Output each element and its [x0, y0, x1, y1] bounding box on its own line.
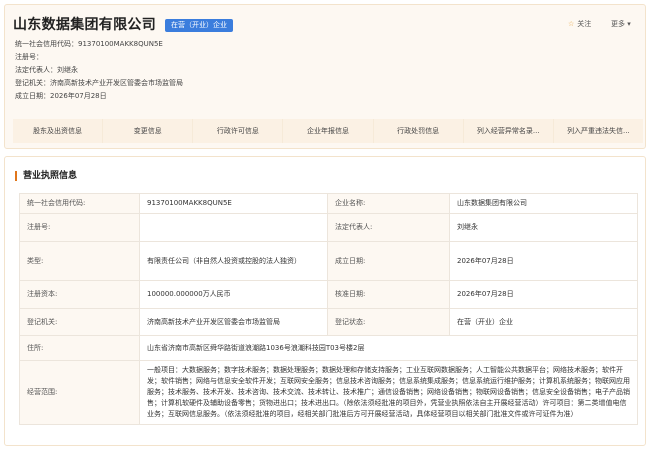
row-label: 企业名称: — [327, 193, 450, 214]
legal-rep-label: 法定代表人： — [15, 66, 57, 74]
section-title: 营业执照信息 — [15, 171, 77, 181]
row-value: 100000.000000万人民币 — [139, 280, 328, 309]
info-tabs: 股东及出资信息 变更信息 行政许可信息 企业年报信息 行政处罚信息 列入经营异常… — [13, 119, 643, 143]
table-row: 统一社会信用代码: 91370100MAKK8QUN5E 企业名称: 山东数据集… — [19, 193, 638, 214]
row-label: 统一社会信用代码: — [19, 193, 140, 214]
company-header-card: 山东数据集团有限公司 在营（开业）企业 ☆ 关注 更多 ▾ 统一社会信用代码：91… — [4, 4, 646, 149]
reg-no-line: 注册号： — [15, 52, 43, 62]
row-value: 山东数据集团有限公司 — [449, 193, 638, 214]
tab-penalties[interactable]: 行政处罚信息 — [373, 119, 464, 143]
credit-code-label: 统一社会信用代码： — [15, 40, 78, 48]
address-value: 山东省济南市高新区舜华路街道浪潮路1036号浪潮科技园T03号楼2层 — [139, 335, 638, 361]
est-date-value: 2026年07月28日 — [50, 92, 107, 100]
row-label: 成立日期: — [327, 241, 450, 281]
row-value: 2026年07月28日 — [449, 241, 638, 281]
row-label: 核准日期: — [327, 280, 450, 309]
tab-shareholders[interactable]: 股东及出资信息 — [13, 119, 104, 143]
company-name: 山东数据集团有限公司 — [13, 17, 156, 33]
star-icon: ☆ — [568, 20, 575, 28]
follow-label: 关注 — [577, 20, 592, 28]
row-label: 类型: — [19, 241, 140, 281]
credit-code-line: 统一社会信用代码：91370100MAKK8QUN5E — [15, 39, 163, 49]
authority-line: 登记机关：济南高新技术产业开发区管委会市场监管局 — [15, 78, 183, 88]
reg-no-label: 注册号： — [15, 53, 43, 61]
legal-rep-value: 刘继永 — [57, 66, 78, 74]
chevron-down-icon: ▾ — [627, 20, 631, 28]
table-row: 经营范围: 一般项目：大数据服务；数字技术服务；数据处理服务；数据处理和存储支持… — [19, 360, 638, 425]
table-row: 注册号: 法定代表人: 刘继永 — [19, 213, 638, 242]
authority-label: 登记机关： — [15, 79, 50, 87]
address-label: 住所: — [19, 335, 140, 361]
more-button[interactable]: 更多 ▾ — [611, 19, 631, 29]
row-value: 刘继永 — [449, 213, 638, 242]
table-row: 住所: 山东省济南市高新区舜华路街道浪潮路1036号浪潮科技园T03号楼2层 — [19, 335, 638, 361]
table-row: 注册资本: 100000.000000万人民币 核准日期: 2026年07月28… — [19, 280, 638, 309]
license-table: 统一社会信用代码: 91370100MAKK8QUN5E 企业名称: 山东数据集… — [19, 193, 638, 425]
credit-code-value: 91370100MAKK8QUN5E — [78, 40, 163, 48]
row-value: 2026年07月28日 — [449, 280, 638, 309]
row-label: 登记状态: — [327, 308, 450, 336]
table-row: 类型: 有限责任公司（非自然人投资或控股的法人独资） 成立日期: 2026年07… — [19, 241, 638, 281]
follow-button[interactable]: ☆ 关注 — [568, 19, 591, 29]
row-value: 有限责任公司（非自然人投资或控股的法人独资） — [139, 241, 328, 281]
scope-value: 一般项目：大数据服务；数字技术服务；数据处理服务；数据处理和存储支持服务；工业互… — [139, 360, 638, 425]
more-label: 更多 — [611, 20, 625, 28]
tab-abnormal-list[interactable]: 列入经营异常名录... — [463, 119, 554, 143]
est-date-line: 成立日期：2026年07月28日 — [15, 91, 107, 101]
row-value: 在营（开业）企业 — [449, 308, 638, 336]
row-label: 法定代表人: — [327, 213, 450, 242]
row-value — [139, 213, 328, 242]
scope-label: 经营范围: — [19, 360, 140, 425]
tab-changes[interactable]: 变更信息 — [103, 119, 194, 143]
tab-serious-violation[interactable]: 列入严重违法失信... — [553, 119, 643, 143]
row-label: 注册资本: — [19, 280, 140, 309]
tab-licenses[interactable]: 行政许可信息 — [193, 119, 284, 143]
row-value: 济南高新技术产业开发区管委会市场监管局 — [139, 308, 328, 336]
row-label: 注册号: — [19, 213, 140, 242]
row-value: 91370100MAKK8QUN5E — [139, 193, 328, 214]
status-badge: 在营（开业）企业 — [165, 19, 233, 32]
tab-annual-reports[interactable]: 企业年报信息 — [283, 119, 374, 143]
legal-rep-line: 法定代表人：刘继永 — [15, 65, 78, 75]
row-label: 登记机关: — [19, 308, 140, 336]
license-section: 营业执照信息 统一社会信用代码: 91370100MAKK8QUN5E 企业名称… — [4, 156, 646, 446]
est-date-label: 成立日期： — [15, 92, 50, 100]
authority-value: 济南高新技术产业开发区管委会市场监管局 — [50, 79, 183, 87]
table-row: 登记机关: 济南高新技术产业开发区管委会市场监管局 登记状态: 在营（开业）企业 — [19, 308, 638, 336]
